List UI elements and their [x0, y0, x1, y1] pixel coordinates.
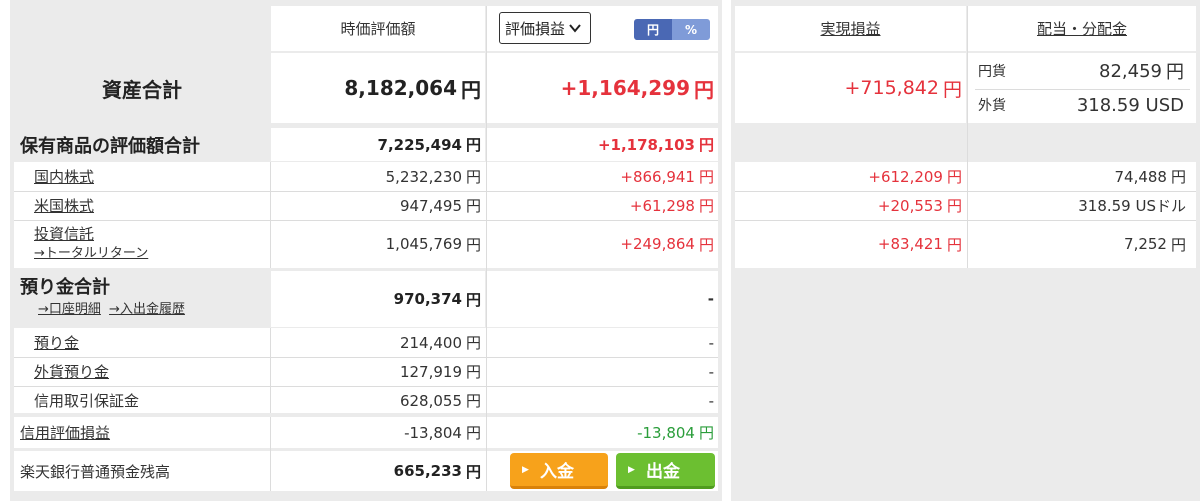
list-item-fx-deposit[interactable]: 外貨預り金	[34, 357, 264, 386]
investment-trusts-value: 1,045,769 円	[385, 235, 481, 254]
domestic-stocks-dividend: 74,488 円	[1114, 167, 1186, 187]
investment-trusts-gain: +249,864 円	[620, 235, 714, 254]
dividend-fx-label: 外貨	[978, 98, 1006, 114]
holdings-total-label: 保有商品の評価額合計	[20, 135, 200, 157]
cash-deposit-gain: -	[708, 333, 714, 352]
domestic-stocks-realized: +612,209 円	[868, 167, 962, 187]
gain-type-select[interactable]: 評価損益	[499, 12, 591, 44]
total-realized-value: +715,842 円	[844, 77, 962, 101]
withdraw-button[interactable]: ▶ 出金	[616, 453, 715, 489]
deposit-total-gain: -	[707, 290, 714, 308]
dividend-jpy-value: 82,459 円	[1099, 60, 1184, 84]
total-gain-value: +1,164,299 円	[560, 76, 714, 102]
list-item-domestic-stocks[interactable]: 国内株式	[34, 162, 264, 191]
margin-gain-amount: -13,804 円	[637, 423, 714, 443]
cash-deposit-value: 214,400 円	[399, 333, 481, 353]
dividend-header[interactable]: 配当・分配金	[968, 6, 1196, 51]
toggle-percent[interactable]: %	[672, 19, 710, 40]
list-item-cash-deposit[interactable]: 預り金	[34, 328, 264, 357]
deposit-total-value: 970,374 円	[393, 290, 481, 309]
us-stocks-value: 947,495 円	[399, 196, 481, 216]
total-assets-value: 8,182,064 円	[344, 76, 481, 102]
list-item-us-stocks[interactable]: 米国株式	[34, 191, 264, 220]
market-value-header: 時価評価額	[340, 20, 416, 38]
dividend-jpy-label: 円貨	[978, 64, 1006, 80]
total-assets-label: 資産合計	[102, 77, 182, 102]
margin-gain-value: -13,804 円	[404, 423, 481, 443]
deposit-total-label: 預り金合計	[20, 277, 110, 298]
play-icon: ▶	[522, 464, 529, 475]
list-item-investment-trusts[interactable]: 投資信託 →トータルリターン	[34, 224, 264, 266]
account-details-link[interactable]: →口座明細	[38, 302, 101, 317]
holdings-total-gain: +1,178,103 円	[597, 135, 714, 155]
us-stocks-realized: +20,553 円	[877, 196, 962, 216]
chevron-down-icon	[569, 24, 581, 33]
list-item-margin-gain[interactable]: 信用評価損益	[20, 417, 265, 448]
deposit-button[interactable]: ▶ 入金	[510, 453, 608, 489]
us-stocks-dividend: 318.59 USドル	[1078, 197, 1186, 215]
investment-trusts-realized: +83,421 円	[877, 235, 962, 254]
bank-balance-value: 665,233 円	[393, 462, 481, 481]
holdings-total-value: 7,225,494 円	[377, 135, 481, 155]
bank-balance-label: 楽天銀行普通預金残高	[20, 462, 171, 481]
us-stocks-gain: +61,298 円	[629, 196, 714, 216]
investment-trusts-link[interactable]: 投資信託	[34, 224, 264, 244]
deposit-total-block: 預り金合計 →口座明細 →入出金履歴	[20, 276, 270, 324]
unit-toggle[interactable]: 円 %	[634, 19, 710, 40]
dividend-fx-value: 318.59 USD	[1076, 94, 1184, 116]
domestic-stocks-gain: +866,941 円	[620, 167, 714, 187]
play-icon: ▶	[628, 464, 635, 475]
investment-trusts-dividend: 7,252 円	[1124, 235, 1186, 254]
deposit-history-link[interactable]: →入出金履歴	[109, 302, 185, 317]
margin-collateral-value: 628,055 円	[399, 391, 481, 411]
fx-deposit-value: 127,919 円	[399, 362, 481, 382]
fx-deposit-gain: -	[708, 362, 714, 381]
total-return-link[interactable]: →トータルリターン	[34, 244, 264, 264]
margin-collateral-gain: -	[708, 391, 714, 410]
toggle-yen[interactable]: 円	[634, 19, 672, 40]
realized-gain-header[interactable]: 実現損益	[735, 6, 966, 51]
domestic-stocks-value: 5,232,230 円	[385, 167, 481, 187]
list-item-margin-collateral: 信用取引保証金	[34, 392, 140, 410]
